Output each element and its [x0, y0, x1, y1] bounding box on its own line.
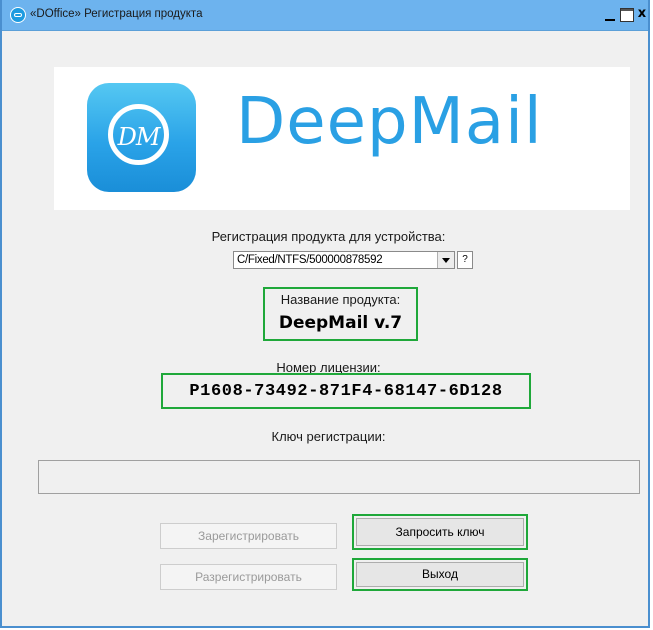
unregister-button[interactable]: Разрегистрировать [160, 564, 337, 590]
product-name-label: Название продукта: [280, 292, 401, 307]
product-name-value: DeepMail v.7 [278, 313, 403, 333]
device-help-button[interactable]: ? [457, 251, 473, 269]
window-title: «DOffice» Регистрация продукта [30, 8, 203, 20]
registration-key-field[interactable] [38, 460, 640, 494]
maximize-button[interactable] [620, 8, 634, 22]
product-name-highlight: Название продукта: DeepMail v.7 [263, 287, 418, 341]
license-number-value: P1608-73492-871F4-68147-6D128 [189, 382, 503, 401]
title-bar[interactable]: «DOffice» Регистрация продукта x [2, 0, 648, 31]
monogram-circle: DM [108, 104, 169, 165]
registration-key-label: Ключ регистрации: [271, 429, 386, 444]
app-icon [10, 7, 26, 23]
exit-button[interactable]: Выход [356, 562, 524, 587]
logo-wordmark: DeepMail [236, 85, 543, 159]
device-dropdown[interactable]: C/Fixed/NTFS/500000878592 [233, 251, 455, 269]
register-button[interactable]: Зарегистрировать [160, 523, 337, 549]
minimize-button[interactable] [602, 7, 618, 23]
logo-monogram: DM [117, 123, 161, 151]
registration-window: «DOffice» Регистрация продукта x DM Deep… [0, 0, 650, 628]
deepmail-app-icon: DM [87, 83, 196, 192]
device-selected-value: C/Fixed/NTFS/500000878592 [237, 254, 383, 266]
request-key-button[interactable]: Запросить ключ [356, 518, 524, 546]
chevron-down-icon[interactable] [437, 252, 454, 268]
product-logo: DM DeepMail [54, 67, 630, 210]
device-label: Регистрация продукта для устройства: [211, 229, 446, 244]
license-number-highlight: P1608-73492-871F4-68147-6D128 [161, 373, 531, 409]
window-controls: x [602, 7, 648, 23]
close-button[interactable]: x [636, 7, 648, 23]
